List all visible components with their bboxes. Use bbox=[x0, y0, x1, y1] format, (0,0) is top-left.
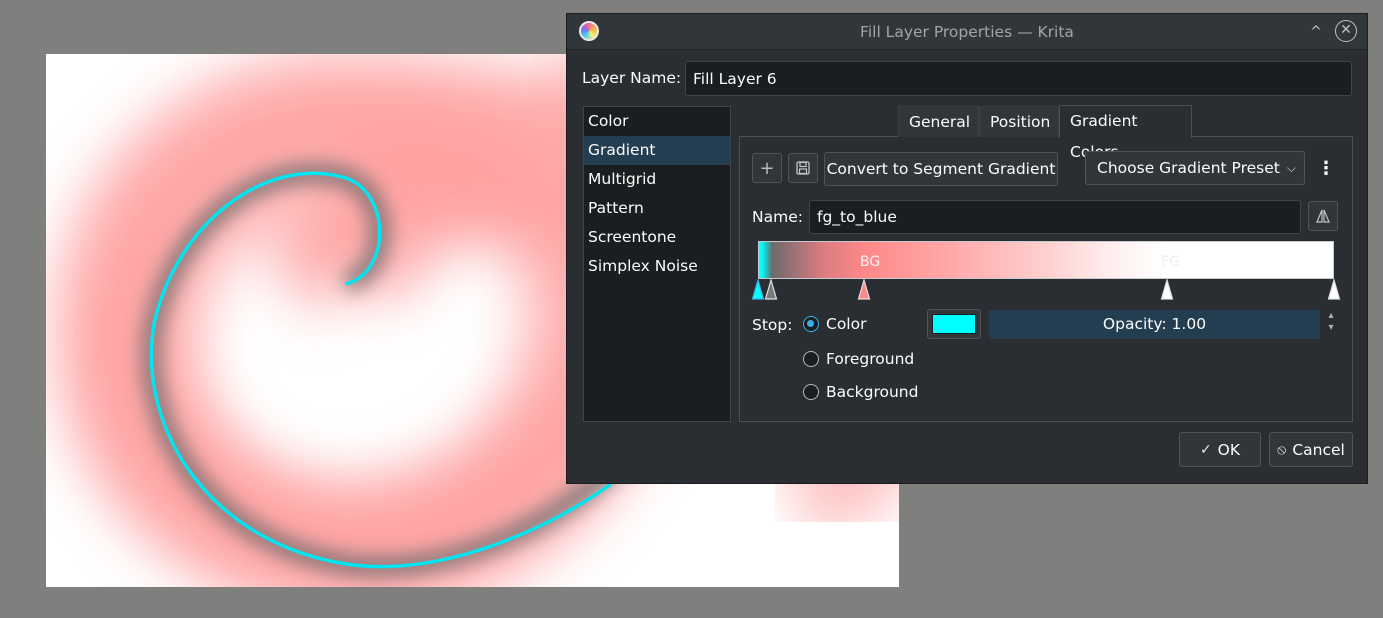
checkmark-icon: ✓ bbox=[1199, 441, 1212, 458]
gradient-stop-marker[interactable] bbox=[764, 279, 778, 301]
fill-type-list: Color Gradient Multigrid Pattern Screent… bbox=[583, 106, 731, 422]
save-icon bbox=[796, 161, 810, 175]
gradient-stop-marker[interactable] bbox=[1160, 279, 1174, 301]
convert-to-segment-gradient-button[interactable]: Convert to Segment Gradient bbox=[824, 152, 1058, 186]
layer-name-value: Fill Layer 6 bbox=[693, 69, 777, 88]
minimize-icon[interactable]: ^ bbox=[1305, 20, 1327, 42]
window-title: Fill Layer Properties — Krita bbox=[860, 23, 1074, 41]
reverse-gradient-button[interactable] bbox=[1308, 201, 1338, 231]
add-gradient-button[interactable]: + bbox=[752, 153, 782, 183]
stop-type-background-option[interactable]: Background bbox=[803, 383, 918, 401]
foreground-stop-tag: FG bbox=[1161, 254, 1180, 270]
stop-color-swatch bbox=[932, 314, 976, 334]
ok-button[interactable]: ✓ OK bbox=[1179, 432, 1261, 467]
gradient-stop-marker[interactable] bbox=[857, 279, 871, 301]
choose-gradient-preset-dropdown[interactable]: Choose Gradient Preset ⌵ bbox=[1085, 151, 1305, 185]
preset-label: Choose Gradient Preset bbox=[1097, 159, 1280, 177]
ok-label: OK bbox=[1217, 440, 1241, 459]
title-bar[interactable]: Fill Layer Properties — Krita ^ ✕ bbox=[567, 14, 1367, 50]
gradient-name-label: Name: bbox=[752, 208, 803, 226]
list-item-pattern[interactable]: Pattern bbox=[584, 194, 730, 223]
opacity-spin-arrows[interactable]: ▴ ▾ bbox=[1324, 310, 1338, 339]
radio-color-label: Color bbox=[826, 315, 867, 333]
radio-foreground[interactable] bbox=[803, 351, 819, 367]
list-item-gradient[interactable]: Gradient bbox=[584, 136, 730, 165]
radio-color[interactable] bbox=[803, 316, 819, 332]
reverse-icon bbox=[1316, 209, 1330, 223]
stop-label: Stop: bbox=[752, 316, 793, 334]
radio-background-label: Background bbox=[826, 383, 919, 401]
chevron-down-icon: ⌵ bbox=[1286, 161, 1296, 175]
cancel-label: Cancel bbox=[1292, 440, 1345, 459]
stop-type-color-option[interactable]: Color bbox=[803, 315, 866, 333]
list-item-screentone[interactable]: Screentone bbox=[584, 223, 730, 252]
opacity-slider[interactable]: Opacity: 1.00 bbox=[989, 310, 1320, 339]
layer-name-label: Layer Name: bbox=[582, 69, 682, 87]
tab-position[interactable]: Position bbox=[979, 106, 1059, 137]
save-gradient-button[interactable] bbox=[788, 153, 818, 183]
cancel-button[interactable]: ⦸ Cancel bbox=[1269, 432, 1353, 467]
gradient-stop-marker[interactable] bbox=[1327, 279, 1341, 301]
gradient-preview-bar[interactable]: BG FG bbox=[758, 241, 1334, 279]
layer-name-input[interactable]: Fill Layer 6 bbox=[685, 61, 1352, 96]
plus-icon: + bbox=[759, 157, 775, 179]
gradient-name-input[interactable]: fg_to_blue bbox=[809, 200, 1301, 234]
tab-general[interactable]: General bbox=[898, 106, 979, 137]
stop-color-button[interactable] bbox=[927, 309, 981, 339]
list-item-multigrid[interactable]: Multigrid bbox=[584, 165, 730, 194]
kebab-menu-icon[interactable]: ⋮ bbox=[1317, 154, 1335, 182]
stop-type-foreground-option[interactable]: Foreground bbox=[803, 350, 914, 368]
radio-foreground-label: Foreground bbox=[826, 350, 915, 368]
fill-layer-properties-dialog: Fill Layer Properties — Krita ^ ✕ Layer … bbox=[566, 13, 1368, 484]
list-item-simplex-noise[interactable]: Simplex Noise bbox=[584, 252, 730, 281]
close-icon[interactable]: ✕ bbox=[1335, 20, 1357, 42]
background-stop-tag: BG bbox=[860, 254, 881, 270]
cancel-icon: ⦸ bbox=[1277, 441, 1287, 458]
list-item-color[interactable]: Color bbox=[584, 107, 730, 136]
gradient-name-value: fg_to_blue bbox=[817, 208, 897, 226]
tab-gradient-colors[interactable]: Gradient Colors bbox=[1059, 105, 1192, 161]
radio-background[interactable] bbox=[803, 384, 819, 400]
